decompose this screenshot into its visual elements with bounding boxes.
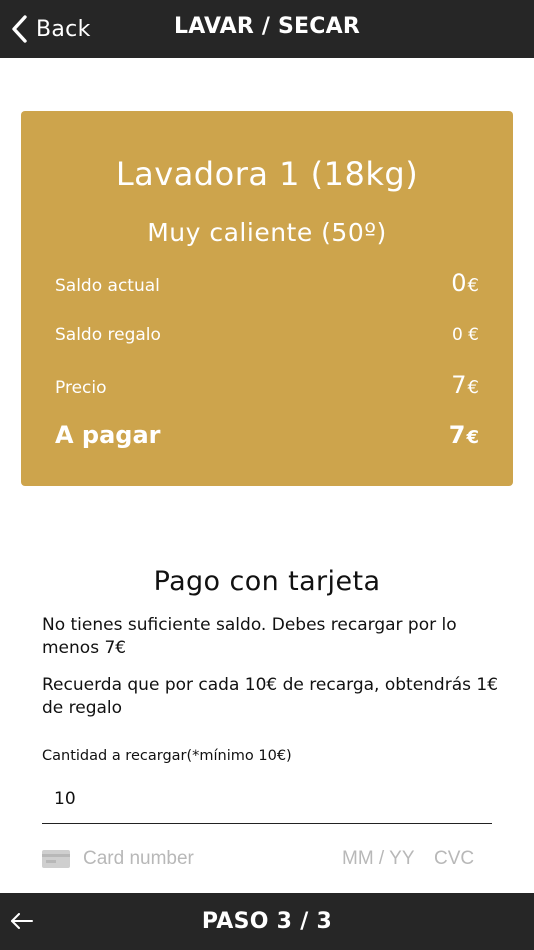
step-indicator: PASO 3 / 3	[201, 909, 333, 934]
balance-currency: €	[467, 275, 479, 296]
card-expiry-field[interactable]: MM / YY	[342, 848, 415, 870]
balance-value: 0€	[451, 269, 479, 297]
recharge-amount-label: Cantidad a recargar(*mínimo 10€)	[42, 748, 292, 764]
card-number-field[interactable]: Card number	[83, 848, 194, 870]
balance-amount: 0	[451, 269, 467, 297]
price-label: Precio	[55, 378, 107, 398]
total-currency: €	[466, 427, 479, 448]
top-bar: Back LAVAR / SECAR	[0, 0, 534, 58]
page-title: LAVAR / SECAR	[174, 14, 360, 39]
gift-balance-label: Saldo regalo	[55, 325, 161, 345]
total-row: A pagar 7€	[55, 421, 479, 449]
credit-card-icon	[42, 850, 70, 868]
total-amount: 7	[448, 421, 466, 449]
card-input-field[interactable]: Card number MM / YY CVC	[42, 842, 492, 876]
order-summary-card: Lavadora 1 (18kg) Muy caliente (50º) Sal…	[21, 111, 513, 486]
insufficient-balance-notice: No tienes suficiente saldo. Debes recarg…	[42, 615, 457, 658]
gift-reminder: Recuerda que por cada 10€ de recarga, ob…	[42, 675, 499, 718]
total-value: 7€	[449, 421, 479, 449]
price-currency: €	[467, 377, 479, 398]
price-value: 7€	[451, 371, 479, 399]
total-label: A pagar	[55, 421, 161, 449]
payment-title: Pago con tarjeta	[153, 566, 381, 597]
recharge-amount-input[interactable]	[42, 780, 492, 824]
balance-row: Saldo actual 0€	[55, 269, 479, 297]
gift-balance-value: 0 €	[451, 325, 479, 345]
price-row: Precio 7€	[55, 371, 479, 399]
price-amount: 7	[451, 371, 467, 399]
machine-name: Lavadora 1 (18kg)	[115, 155, 419, 193]
balance-label: Saldo actual	[55, 276, 160, 296]
card-cvc-field[interactable]: CVC	[434, 848, 474, 870]
bottom-bar: PASO 3 / 3	[0, 893, 534, 950]
program-name: Muy caliente (50º)	[147, 218, 387, 247]
gift-balance-row: Saldo regalo 0 €	[55, 325, 479, 345]
